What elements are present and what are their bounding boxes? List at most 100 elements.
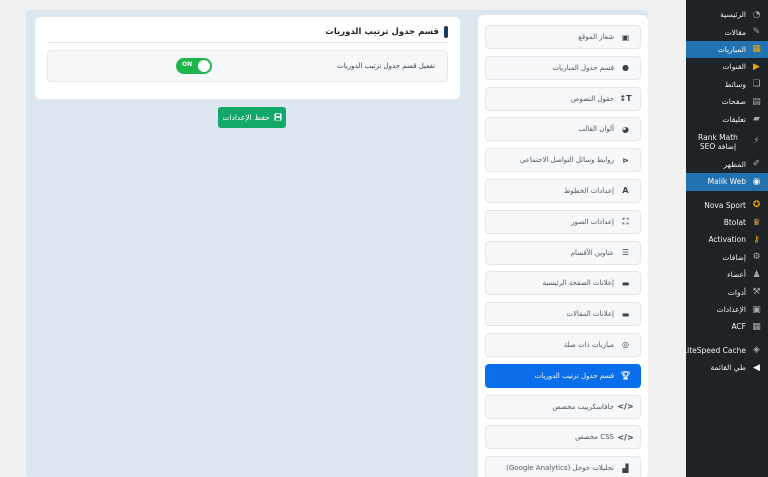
nav-matches-table[interactable]: ● قسم جدول المباريات [485, 55, 641, 80]
nav-item-label: إعلانات الصفحة الرئيسية [542, 279, 615, 288]
nav-item-label: جافاسكريبت مخصص [552, 402, 614, 411]
admin-menu-pages[interactable]: ▤ صفحات [686, 93, 768, 110]
pushpin-icon: ✎ [752, 27, 761, 38]
save-button-label: حفظ الإعدادات [222, 113, 270, 122]
nav-custom-js[interactable]: </> جافاسكريبت مخصص [485, 394, 641, 419]
ad-icon: ▬ [621, 309, 630, 319]
admin-menu-tools[interactable]: ⚒︎ أدوات [686, 283, 768, 300]
nav-item-label: إعدادات الخطوط [563, 186, 614, 195]
admin-menu-label: المظهر [723, 159, 746, 169]
matches-icon: ▦ [752, 44, 761, 55]
nav-item-label: روابط وسائل التواصل الاجتماعي [519, 156, 614, 165]
list-icon: ☰ [621, 248, 630, 258]
enable-toggle-row: تفعيل قسم جدول ترتيب الدوريات ON [47, 50, 448, 82]
admin-menu-label: صفحات [721, 97, 746, 107]
section-header: قسم جدول ترتيب الدوريات [47, 25, 448, 43]
admin-menu-label: مقالات [724, 27, 746, 37]
nav-item-label: CSS مخصص [575, 433, 614, 442]
admin-menu-label: أعضاء [727, 270, 746, 280]
admin-menu-nova-sport[interactable]: ✪ Nova Sport [686, 197, 768, 214]
nav-league-standings[interactable]: 🏆︎ قسم جدول ترتيب الدوريات [485, 363, 641, 388]
admin-menu-settings[interactable]: ▣ الإعدادات [686, 301, 768, 318]
nav-section-titles[interactable]: ☰ عناوين الأقسام [485, 240, 641, 265]
settings-icon: ▣ [752, 304, 761, 315]
comments-icon: ▰ [753, 114, 760, 125]
admin-menu-label: تعليقات [722, 114, 746, 124]
admin-menu-users[interactable]: ♟︎ أعضاء [686, 266, 768, 283]
admin-menu-matches[interactable]: ▦ المباريات [686, 40, 768, 59]
nav-image-settings[interactable]: ⛶ إعدادات الصور [485, 209, 641, 234]
admin-menu-btolat[interactable]: ♛ Btolat [686, 214, 768, 231]
media-icon: ❏ [752, 79, 761, 90]
font-icon: A [622, 186, 629, 196]
admin-menu-label: وسائط [724, 79, 746, 89]
admin-menu-label: الإعدادات [716, 305, 746, 315]
ad-icon: ▬ [621, 278, 630, 288]
admin-menu-label: Activation [708, 235, 746, 245]
admin-menu-appearance[interactable]: ✐ المظهر [686, 156, 768, 173]
admin-menu-activation[interactable]: ⚷ Activation [686, 231, 768, 248]
malikweb-icon: ◉ [752, 176, 761, 187]
admin-menu-dashboard[interactable]: ◔ الرئيسية [686, 6, 768, 23]
admin-menu-label: LiteSpeed Cache [682, 345, 746, 355]
target-icon: ◎ [622, 340, 629, 350]
palette-icon: ◕ [622, 124, 629, 134]
admin-sidebar: ◔ الرئيسية ✎ مقالات ▦ المباريات ▶ القنوا… [681, 0, 768, 477]
admin-menu-label: أدوات [727, 287, 746, 297]
admin-menu-label: Rank Math إضافة SEO [698, 132, 738, 151]
nav-google-analytics[interactable]: ▟ تحليلات جوجل (Google Analytics) [485, 456, 641, 477]
novasport-icon: ✪ [752, 200, 761, 211]
nav-theme-colors[interactable]: ◕ ألوان القالب [485, 117, 641, 142]
image-icon: ▣ [621, 32, 630, 42]
litespeed-icon: ◈ [753, 345, 760, 356]
pages-icon: ▤ [752, 96, 761, 107]
nav-custom-css[interactable]: </> CSS مخصص [485, 425, 641, 450]
nav-social-links[interactable]: ⋖ روابط وسائل التواصل الاجتماعي [485, 148, 641, 173]
admin-menu-plugins[interactable]: ⚙︎ إضافات [686, 249, 768, 266]
section-header-bar [444, 25, 448, 38]
key-icon: ⚷ [753, 234, 760, 245]
admin-menu-acf[interactable]: ▦ ACF [686, 318, 768, 335]
save-settings-button[interactable]: حفظ الإعدادات [218, 107, 286, 128]
admin-menu-malik-web[interactable]: ◉ Malik Web [681, 173, 768, 191]
nav-item-label: مباريات ذات صلة [563, 340, 614, 349]
nav-item-label: ألوان القالب [578, 125, 614, 134]
nav-item-label: شعار الموقع [578, 33, 614, 41]
nav-home-ads[interactable]: ▬ إعلانات الصفحة الرئيسية [485, 271, 641, 296]
enable-section-toggle[interactable]: ON [176, 58, 212, 74]
nav-site-logo[interactable]: ▣ شعار الموقع [485, 25, 641, 49]
admin-menu-collapse[interactable]: ◀ طي القائمة [686, 359, 768, 376]
admin-menu-litespeed[interactable]: ◈ LiteSpeed Cache [682, 342, 768, 359]
share-icon: ⋖ [622, 155, 629, 165]
admin-menu-comments[interactable]: ▰ تعليقات [686, 110, 768, 127]
rankmath-icon: ⚡︎ [753, 136, 760, 147]
code-icon: </> [617, 432, 634, 442]
toggle-state-text: ON [182, 61, 193, 68]
admin-menu-posts[interactable]: ✎ مقالات [686, 23, 768, 40]
enable-toggle-label: تفعيل قسم جدول ترتيب الدوريات [337, 62, 435, 70]
nav-item-label: حقول النصوص [570, 94, 614, 103]
settings-content-area: قسم جدول ترتيب الدوريات تفعيل قسم جدول ت… [26, 10, 648, 477]
admin-menu-label: المباريات [717, 44, 746, 54]
collapse-icon: ◀ [753, 362, 760, 373]
admin-menu-media[interactable]: ❏ وسائط [686, 76, 768, 93]
save-icon [274, 112, 282, 123]
admin-menu-label: Btolat [723, 218, 746, 228]
nav-text-fields[interactable]: T↕ حقول النصوص [485, 86, 641, 111]
admin-menu-label: الرئيسية [720, 10, 746, 20]
admin-menu-label: القنوات [722, 62, 746, 72]
acf-icon: ▦ [752, 321, 761, 332]
nav-article-ads[interactable]: ▬ إعلانات المقالات [485, 302, 641, 327]
nav-item-label: إعلانات المقالات [566, 310, 614, 319]
channels-icon: ▶ [753, 61, 760, 72]
admin-menu-channels[interactable]: ▶ القنوات [686, 58, 768, 75]
league-standings-section-card: قسم جدول ترتيب الدوريات تفعيل قسم جدول ت… [35, 17, 460, 99]
clock-icon: ● [622, 63, 629, 73]
settings-nav: ▣ شعار الموقع ● قسم جدول المباريات T↕ حق… [478, 15, 648, 477]
tools-icon: ⚒︎ [752, 287, 761, 298]
nav-font-settings[interactable]: A إعدادات الخطوط [485, 178, 641, 203]
image-settings-icon: ⛶ [622, 216, 629, 226]
nav-related-matches[interactable]: ◎ مباريات ذات صلة [485, 332, 641, 357]
admin-menu-rank-math[interactable]: ⚡︎ Rank Math إضافة SEO [686, 128, 768, 156]
appearance-icon: ✐ [752, 159, 761, 170]
